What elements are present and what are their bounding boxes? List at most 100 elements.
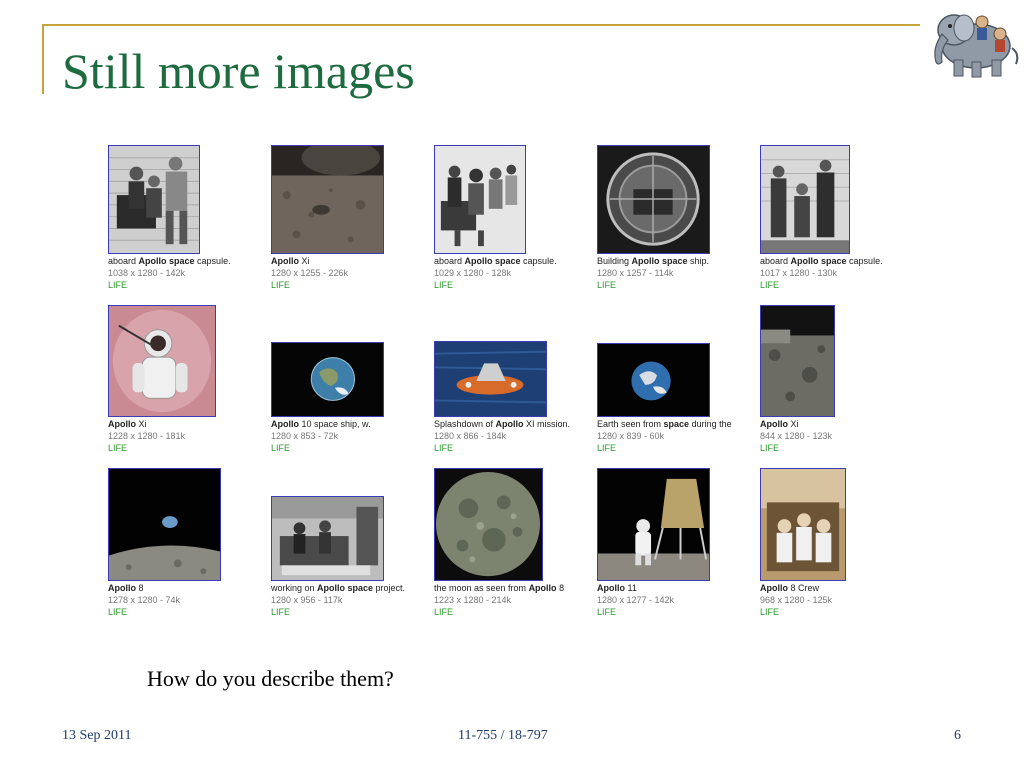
- caption-image-size: 1280 x 1257 - 114k: [597, 268, 674, 278]
- caption-image-size: 1029 x 1280 - 128k: [434, 268, 512, 278]
- result-caption: aboard Apollo space capsule. 1029 x 1280…: [434, 255, 594, 291]
- caption-source-link[interactable]: LIFE: [760, 279, 920, 291]
- caption-source-link[interactable]: LIFE: [434, 442, 594, 454]
- result-caption: Earth seen from space during the 1280 x …: [597, 418, 757, 454]
- caption-image-size: 1038 x 1280 - 142k: [108, 268, 186, 278]
- caption-title-query: Apollo space: [138, 256, 195, 266]
- caption-source-link[interactable]: LIFE: [108, 279, 268, 291]
- caption-title-end: Xi: [136, 419, 147, 429]
- result-caption: Apollo 11 1280 x 1277 - 142k LIFE: [597, 582, 757, 618]
- caption-title-end: capsule.: [520, 256, 557, 266]
- caption-source-link[interactable]: LIFE: [597, 279, 757, 291]
- caption-title-query: Apollo: [760, 419, 788, 429]
- slide-title: Still more images: [62, 43, 415, 99]
- caption-title-query: Apollo space: [317, 583, 374, 593]
- slide-question: How do you describe them?: [147, 666, 394, 691]
- caption-source-link[interactable]: LIFE: [597, 442, 757, 454]
- result-thumbnail[interactable]: [108, 468, 221, 581]
- caption-title-end: Xi: [788, 419, 799, 429]
- result-thumbnail[interactable]: [760, 145, 850, 254]
- caption-image-size: 844 x 1280 - 123k: [760, 431, 833, 441]
- caption-title-query: Apollo: [495, 419, 524, 429]
- result-thumbnail[interactable]: [597, 468, 710, 581]
- result-caption: Apollo Xi 1228 x 1280 - 181k LIFE: [108, 418, 268, 454]
- caption-title-query: Apollo: [271, 419, 299, 429]
- caption-title-start: Splashdown of: [434, 419, 496, 429]
- caption-title-start: the moon as seen from: [434, 583, 529, 593]
- caption-title-start: aboard: [434, 256, 465, 266]
- result-caption: Splashdown of Apollo XI mission. 1280 x …: [434, 418, 594, 454]
- caption-image-size: 1017 x 1280 - 130k: [760, 268, 838, 278]
- caption-title-end: 10 space ship, w.: [299, 419, 371, 429]
- caption-source-link[interactable]: LIFE: [271, 442, 431, 454]
- caption-source-link[interactable]: LIFE: [760, 442, 920, 454]
- caption-image-size: 1223 x 1280 - 214k: [434, 595, 512, 605]
- result-thumbnail[interactable]: [108, 305, 216, 417]
- caption-image-size: 1280 x 839 - 60k: [597, 431, 665, 441]
- caption-title-query: Apollo: [108, 419, 136, 429]
- caption-title-end: ship.: [687, 256, 710, 266]
- elephant-logo-icon: [920, 4, 1022, 84]
- caption-title-end: XI mission.: [523, 419, 571, 429]
- caption-image-size: 1280 x 1277 - 142k: [597, 595, 675, 605]
- result-caption: Apollo 8 1278 x 1280 - 74k LIFE: [108, 582, 268, 618]
- footer-date: 13 Sep 2011: [62, 728, 132, 743]
- caption-source-link[interactable]: LIFE: [434, 279, 594, 291]
- result-thumbnail[interactable]: [434, 468, 543, 581]
- caption-title-start: Earth seen from: [597, 419, 664, 429]
- caption-title-end: capsule.: [846, 256, 883, 266]
- caption-image-size: 1280 x 956 - 117k: [271, 595, 343, 605]
- caption-title-end: Xi: [299, 256, 310, 266]
- caption-title-start: aboard: [108, 256, 139, 266]
- caption-title-query: Apollo space: [464, 256, 521, 266]
- footer-course: 11-755 / 18-797: [458, 728, 548, 743]
- caption-title-query: space: [663, 419, 690, 429]
- result-thumbnail[interactable]: [760, 468, 846, 581]
- result-caption: aboard Apollo space capsule. 1038 x 1280…: [108, 255, 268, 291]
- result-thumbnail[interactable]: [597, 343, 710, 417]
- caption-title-end: 11: [625, 583, 637, 593]
- caption-source-link[interactable]: LIFE: [760, 606, 920, 618]
- caption-title-query: Apollo space: [790, 256, 847, 266]
- caption-title-start: aboard: [760, 256, 791, 266]
- result-caption: aboard Apollo space capsule. 1017 x 1280…: [760, 255, 920, 291]
- caption-title-end: 8: [136, 583, 144, 593]
- result-thumbnail[interactable]: [108, 145, 200, 254]
- caption-title-end: during the: [689, 419, 732, 429]
- result-thumbnail[interactable]: [760, 305, 835, 417]
- caption-source-link[interactable]: LIFE: [108, 606, 268, 618]
- result-caption: Apollo Xi 844 x 1280 - 123k LIFE: [760, 418, 920, 454]
- caption-source-link[interactable]: LIFE: [271, 279, 431, 291]
- caption-image-size: 1278 x 1280 - 74k: [108, 595, 181, 605]
- caption-title-end: 8: [556, 583, 565, 593]
- caption-title-start: working on: [271, 583, 318, 593]
- result-thumbnail[interactable]: [271, 342, 384, 417]
- caption-source-link[interactable]: LIFE: [597, 606, 757, 618]
- caption-source-link[interactable]: LIFE: [271, 606, 431, 618]
- result-caption: Apollo Xi 1280 x 1255 - 226k LIFE: [271, 255, 431, 291]
- title-frame-top: [42, 24, 920, 26]
- result-thumbnail[interactable]: [271, 496, 384, 581]
- result-caption: working on Apollo space project. 1280 x …: [271, 582, 431, 618]
- result-thumbnail[interactable]: [597, 145, 710, 254]
- result-thumbnail[interactable]: [434, 145, 526, 254]
- caption-title-end: project.: [373, 583, 406, 593]
- caption-image-size: 1280 x 1255 - 226k: [271, 268, 349, 278]
- caption-image-size: 1280 x 866 - 184k: [434, 431, 507, 441]
- result-caption: Apollo 10 space ship, w. 1280 x 853 - 72…: [271, 418, 431, 454]
- result-caption: Apollo 8 Crew 968 x 1280 - 125k LIFE: [760, 582, 920, 618]
- caption-title-query: Apollo: [528, 583, 557, 593]
- caption-source-link[interactable]: LIFE: [108, 442, 268, 454]
- caption-title-start: Building: [597, 256, 632, 266]
- result-thumbnail[interactable]: [271, 145, 384, 254]
- footer-page-number: 6: [954, 728, 961, 743]
- result-thumbnail[interactable]: [434, 341, 547, 417]
- caption-title-query: Apollo: [760, 583, 788, 593]
- caption-source-link[interactable]: LIFE: [434, 606, 594, 618]
- caption-title-end: 8 Crew: [788, 583, 820, 593]
- caption-image-size: 1228 x 1280 - 181k: [108, 431, 186, 441]
- caption-title-query: Apollo: [108, 583, 136, 593]
- caption-title-query: Apollo: [271, 256, 299, 266]
- result-caption: the moon as seen from Apollo 8 1223 x 12…: [434, 582, 594, 618]
- result-caption: Building Apollo space ship. 1280 x 1257 …: [597, 255, 757, 291]
